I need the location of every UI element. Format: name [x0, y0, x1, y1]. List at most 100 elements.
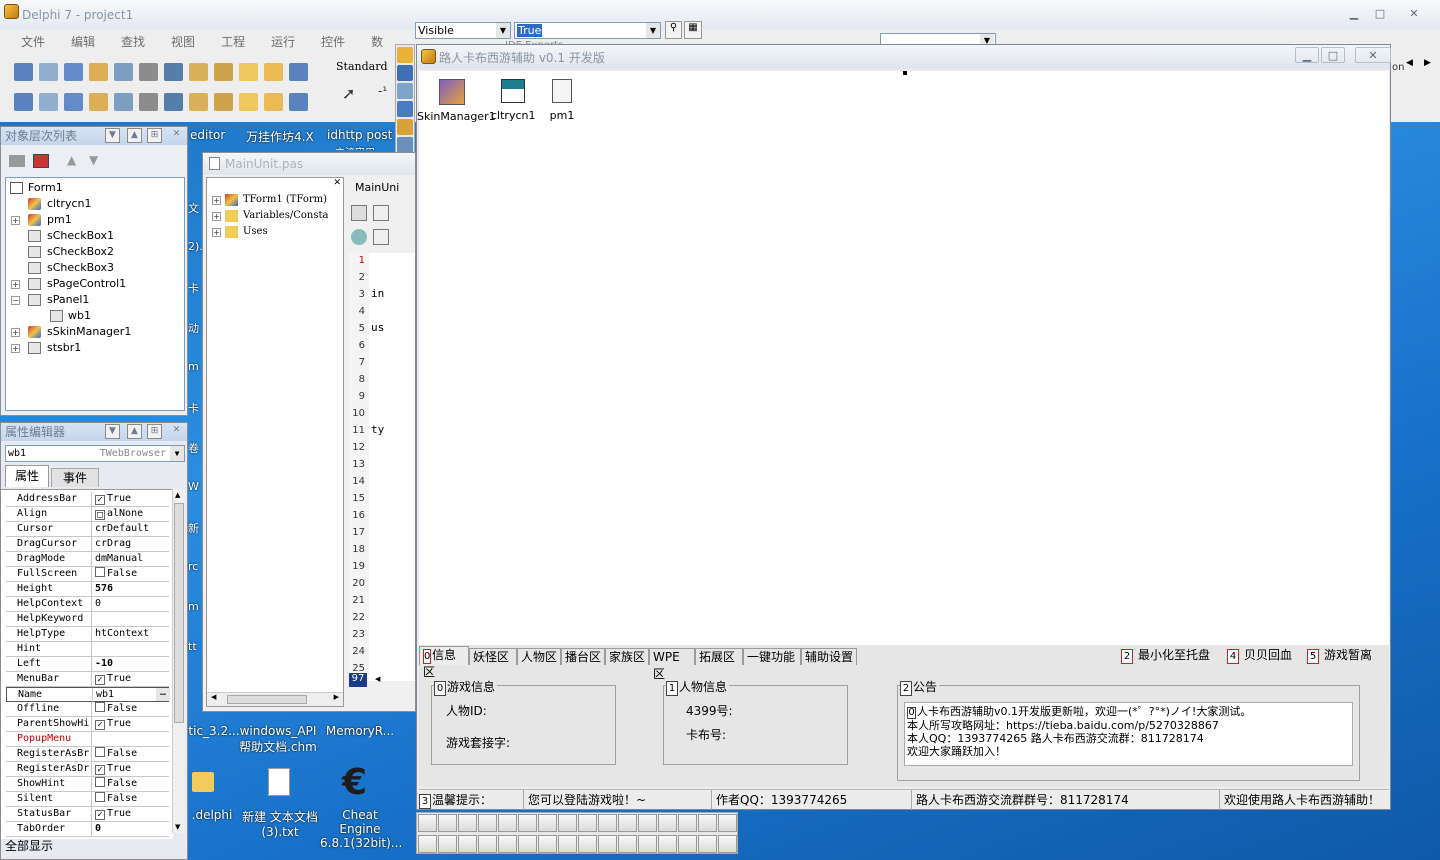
property-value[interactable]: crDefault [95, 522, 169, 537]
property-row[interactable]: RegisterAsDr ✓ True [6, 762, 169, 777]
property-row[interactable]: ParentShowHi ✓ True [6, 717, 169, 732]
property-row[interactable]: AddressBar ✓ True [6, 492, 169, 507]
toolbar-button-icon[interactable] [14, 63, 33, 81]
property-row[interactable]: DragCursor crDrag [6, 537, 169, 552]
toolbar-button-icon[interactable] [139, 63, 158, 81]
pin-button[interactable]: ▲ [127, 424, 142, 439]
property-row[interactable]: PopupMenu [6, 732, 169, 747]
toolbar-button-icon[interactable] [239, 93, 258, 111]
tree-node[interactable]: sCheckBox3 [6, 260, 182, 276]
align-tool-icon[interactable] [538, 814, 557, 832]
close-icon[interactable]: ✕ [333, 178, 341, 188]
visible-combo[interactable]: Visible ▼ [415, 22, 511, 39]
align-tool-icon[interactable] [678, 835, 697, 853]
tree-node[interactable]: wb1 [6, 308, 182, 324]
palette-component-icon[interactable] [397, 47, 413, 63]
align-tool-icon[interactable] [718, 814, 737, 832]
pointer-tool-icon[interactable]: ➚ [342, 84, 360, 104]
explorer-hscroll[interactable]: ◀ ▶ [207, 692, 343, 706]
toolbar-button-icon[interactable] [89, 63, 108, 81]
property-row[interactable]: Silent False [6, 792, 169, 807]
tab-8[interactable]: 一键功能 [743, 648, 801, 665]
desktop-icon-label[interactable]: tic_3.2... [186, 724, 242, 738]
skin-manager-component[interactable]: SkinManager1 [417, 79, 496, 129]
dock-button[interactable]: ⊞ [147, 128, 162, 143]
property-row[interactable]: HelpType htContext [6, 627, 169, 642]
toolbar-button-icon[interactable] [264, 93, 283, 111]
align-tool-icon[interactable] [698, 835, 717, 853]
property-value[interactable]: ✓ True [95, 807, 169, 822]
property-value[interactable]: ✓ True [95, 672, 169, 687]
align-tool-icon[interactable] [638, 835, 657, 853]
desktop-icon-label[interactable]: windows_API 帮助文档.chm [238, 724, 318, 755]
checkbox-icon[interactable] [95, 747, 105, 757]
desktop-icon-label[interactable]: .delphi [190, 808, 234, 822]
close-button[interactable]: ✕ [1355, 47, 1391, 63]
align-tool-icon[interactable] [658, 835, 677, 853]
property-value[interactable]: False [95, 702, 169, 717]
expand-icon[interactable]: + [212, 228, 221, 237]
property-value[interactable]: -10 [95, 657, 169, 672]
folder-icon[interactable] [192, 772, 214, 792]
checkbox-icon[interactable] [95, 567, 105, 577]
tab-1[interactable]: 0 信息区 [419, 646, 469, 679]
explorer-node[interactable]: + Variables/Consta [207, 208, 343, 224]
property-value[interactable]: False [95, 747, 169, 762]
align-tool-icon[interactable] [518, 814, 537, 832]
toolbar-button-icon[interactable] [289, 93, 308, 111]
toolbar-button-icon[interactable] [39, 93, 58, 111]
align-tool-icon[interactable] [418, 814, 437, 832]
property-row[interactable]: MenuBar ✓ True [6, 672, 169, 687]
cheat-engine-icon[interactable]: € [342, 765, 376, 801]
tab-7[interactable]: 拓展区 [695, 648, 743, 665]
apply-prop-button[interactable]: ▦ [684, 21, 702, 39]
align-tool-icon[interactable] [518, 835, 537, 853]
property-row[interactable]: Align □ alNone [6, 507, 169, 522]
toolbar-button-icon[interactable] [214, 93, 233, 111]
tab-9[interactable]: 辅助设置 [801, 648, 857, 665]
view-unit-icon[interactable] [373, 229, 389, 245]
popup-menu-component[interactable]: pm1 [545, 79, 579, 129]
align-tool-icon[interactable] [598, 814, 617, 832]
align-tool-icon[interactable] [678, 814, 697, 832]
checkbox-icon[interactable]: ✓ [95, 675, 105, 685]
close-icon[interactable]: ✕ [169, 128, 184, 143]
tree-node[interactable]: + sPageControl1 [6, 276, 182, 292]
new-item-icon[interactable] [351, 229, 367, 245]
align-tool-icon[interactable] [438, 814, 457, 832]
scroll-left-button[interactable]: ◀ [1406, 58, 1413, 68]
align-tool-icon[interactable] [498, 835, 517, 853]
menu-item[interactable]: 视图 [158, 32, 208, 52]
tree-node[interactable]: + pm1 [6, 212, 182, 228]
property-row[interactable]: Cursor crDefault [6, 522, 169, 537]
label-tool-icon[interactable]: -¹ [378, 84, 396, 104]
align-tool-icon[interactable] [418, 835, 437, 853]
tree-node[interactable]: sCheckBox2 [6, 244, 182, 260]
code-area[interactable]: in us ty [369, 253, 415, 681]
menu-item[interactable]: 编辑 [58, 32, 108, 52]
dropdown-button[interactable]: ▼ [105, 128, 120, 143]
property-value[interactable]: 0 [95, 597, 169, 612]
align-tool-icon[interactable] [618, 835, 637, 853]
align-tool-icon[interactable] [558, 835, 577, 853]
property-value[interactable]: False [95, 567, 169, 582]
align-tool-icon[interactable] [578, 835, 597, 853]
tab-4[interactable]: 播台区 [561, 648, 605, 665]
menu-item[interactable]: 工程 [208, 32, 258, 52]
close-button[interactable]: ✕ [1402, 6, 1426, 22]
align-tool-icon[interactable] [438, 835, 457, 853]
property-row[interactable]: Height 576 [6, 582, 169, 597]
align-tool-icon[interactable] [658, 814, 677, 832]
menu-item[interactable]: 运行 [258, 32, 308, 52]
close-icon[interactable]: ✕ [169, 424, 184, 439]
property-value[interactable]: 576 [95, 582, 169, 597]
property-value[interactable]: ✓ True [95, 492, 169, 507]
desktop-item[interactable]: 万挂作坊4.X [246, 128, 314, 145]
property-row[interactable]: Offline False [6, 702, 169, 717]
menu-item[interactable]: 控件 [308, 32, 358, 52]
checkbox-icon[interactable]: ✓ [95, 495, 105, 505]
property-row[interactable]: ShowHint False [6, 777, 169, 792]
checkbox-icon[interactable]: ✓ [95, 765, 105, 775]
toolbar-button-icon[interactable] [64, 63, 83, 81]
tab-5[interactable]: 家族区 [605, 648, 649, 665]
